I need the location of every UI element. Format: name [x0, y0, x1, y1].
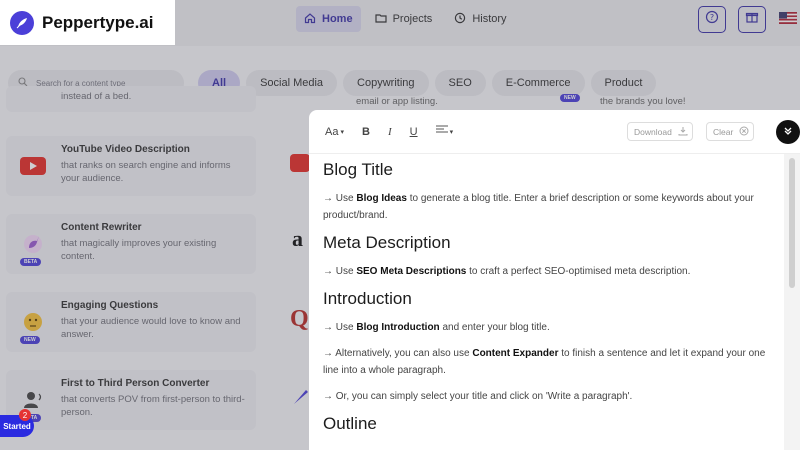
text-run: and enter your blog title. [439, 322, 550, 333]
scrollbar-thumb[interactable] [789, 158, 795, 288]
clear-label: Clear [713, 126, 734, 137]
caret-down-icon: ▾ [449, 128, 454, 136]
bold-label: B [361, 125, 370, 138]
italic-label: I [387, 125, 392, 138]
text-run: → Use [323, 193, 357, 204]
section-paragraph: → Use SEO Meta Descriptions to craft a p… [323, 263, 783, 280]
caret-down-icon: ▾ [340, 128, 344, 136]
font-size-label: Aa [325, 125, 339, 138]
brand-name: Peppertype.ai [42, 12, 154, 32]
feather-logo-icon [10, 10, 34, 35]
clear-button[interactable]: Clear [706, 122, 754, 141]
tool-link: Blog Introduction [356, 322, 440, 333]
editor-toolbar: Aa ▾ B I U ▾ Download Clear [309, 110, 800, 154]
tool-link: Blog Ideas [356, 193, 407, 204]
section-paragraph: → Or, you can simply select your title a… [323, 388, 783, 405]
editor-panel: Aa ▾ B I U ▾ Download Clear Blog Title →… [309, 110, 800, 450]
logo[interactable]: Peppertype.ai [0, 0, 175, 45]
tool-link: Content Expander [472, 348, 559, 359]
align-dropdown[interactable]: ▾ [435, 125, 454, 138]
get-started-label: Started [3, 421, 31, 431]
italic-button[interactable]: I [388, 126, 392, 138]
section-paragraph: → Alternatively, you can also use Conten… [323, 345, 783, 379]
section-heading: Outline [323, 414, 377, 433]
download-label: Download [634, 126, 672, 137]
text-run: to craft a perfect SEO-optimised meta de… [466, 266, 691, 277]
editor-scrollbar[interactable] [784, 154, 800, 450]
download-icon [678, 126, 688, 138]
font-size-dropdown[interactable]: Aa ▾ [325, 126, 344, 138]
section-heading: Meta Description [323, 233, 451, 252]
section-heading: Blog Title [323, 160, 393, 179]
text-run: → Or, you can simply select your title a… [323, 391, 633, 402]
text-run: → Alternatively, you can also use [323, 348, 473, 359]
notification-count-badge: 2 [19, 409, 31, 421]
collapse-editor-button[interactable] [776, 120, 800, 144]
section-heading: Introduction [323, 289, 412, 308]
text-run: → Use [323, 322, 357, 333]
underline-label: U [409, 125, 418, 138]
underline-button[interactable]: U [410, 126, 418, 138]
download-button[interactable]: Download [627, 122, 693, 141]
align-left-icon [435, 125, 448, 138]
bold-button[interactable]: B [362, 126, 370, 138]
chevrons-down-icon [783, 123, 793, 141]
editor-content[interactable]: Blog Title → Use Blog Ideas to generate … [323, 156, 783, 450]
text-run: → Use [323, 266, 357, 277]
section-paragraph: → Use Blog Ideas to generate a blog titl… [323, 190, 783, 224]
tool-link: SEO Meta Descriptions [356, 266, 467, 277]
section-paragraph: → Use Blog Introduction and enter your b… [323, 319, 783, 336]
close-circle-icon [739, 126, 749, 138]
